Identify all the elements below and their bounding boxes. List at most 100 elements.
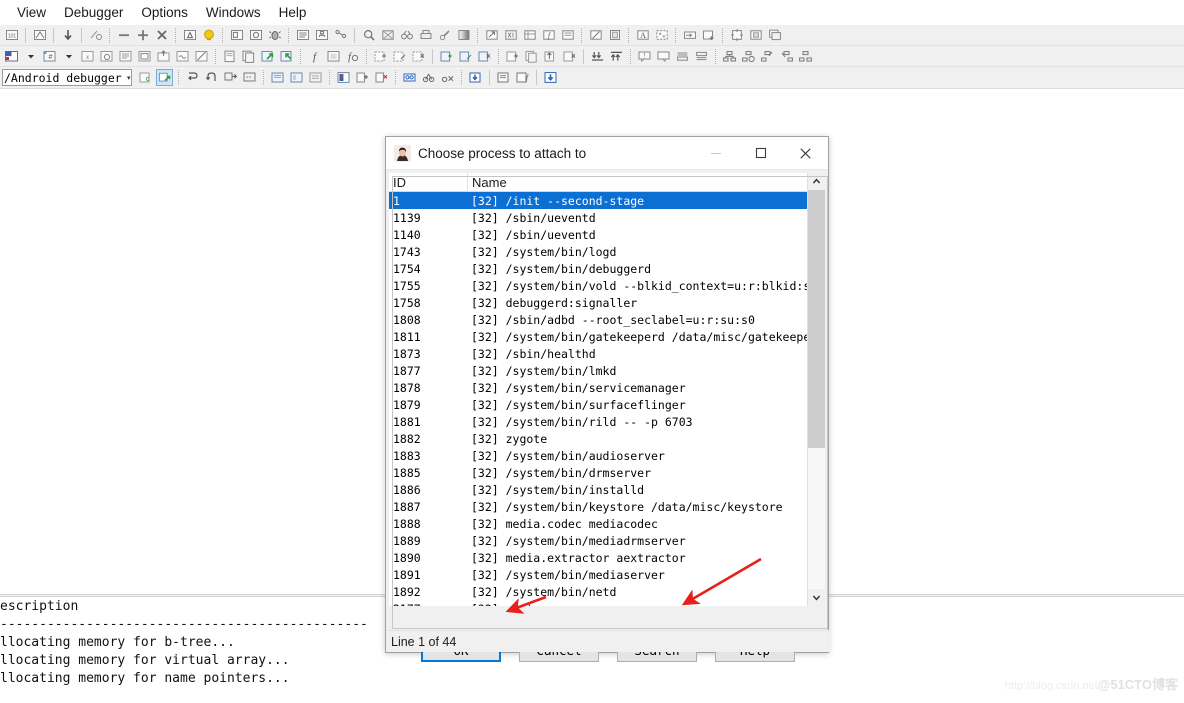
jump-to-address-icon[interactable] <box>31 27 48 44</box>
flowchart-icon[interactable] <box>313 27 330 44</box>
run-until-return-icon[interactable] <box>241 69 258 86</box>
process-row[interactable]: 1885 [32] /system/bin/drmserver <box>389 464 807 481</box>
maximize-icon[interactable] <box>738 137 783 169</box>
function-fo-icon[interactable]: f <box>344 48 361 65</box>
add-function-icon[interactable] <box>700 27 717 44</box>
process-row[interactable]: 1887 [32] /system/bin/keystore /data/misc… <box>389 498 807 515</box>
process-row[interactable]: 1883 [32] /system/bin/audioserver <box>389 447 807 464</box>
attach-process-icon[interactable]: c <box>137 69 154 86</box>
expand-struct-icon[interactable] <box>728 27 745 44</box>
add-watch-icon[interactable] <box>438 48 455 65</box>
delete-breakpoint-icon[interactable] <box>410 48 427 65</box>
import-green-icon[interactable] <box>278 48 295 65</box>
remove-thread-icon[interactable] <box>373 69 390 86</box>
choose-process-dialog[interactable]: Choose process to attach to ID Name 1 [3… <box>385 136 830 662</box>
process-row[interactable]: 1879 [32] /system/bin/surfaceflinger <box>389 396 807 413</box>
column-header-id[interactable]: ID <box>389 175 467 190</box>
add-breakpoint-icon[interactable] <box>372 48 389 65</box>
search-marker-icon[interactable] <box>87 27 104 44</box>
list-view-icon[interactable] <box>294 27 311 44</box>
trace-off-icon[interactable] <box>439 69 456 86</box>
process-row[interactable]: 1139 [32] /sbin/ueventd <box>389 209 807 226</box>
import-trace-icon[interactable] <box>467 69 484 86</box>
dialog-title-bar[interactable]: Choose process to attach to <box>386 137 828 170</box>
call-graph-icon[interactable] <box>332 27 349 44</box>
copy-struct-icon[interactable] <box>98 48 115 65</box>
scroll-down-icon[interactable] <box>808 589 825 606</box>
step-over-icon[interactable] <box>203 69 220 86</box>
process-row[interactable]: 1755 [32] /system/bin/vold --blkid_contex… <box>389 277 807 294</box>
goto-address-icon[interactable]: 101 <box>3 27 20 44</box>
stack-window-icon[interactable] <box>307 69 324 86</box>
vertical-scrollbar[interactable] <box>807 173 825 606</box>
registers-window-icon[interactable] <box>269 69 286 86</box>
crossref-icon[interactable] <box>379 27 396 44</box>
scroll-up-icon[interactable] <box>808 173 825 190</box>
edit-pencil-icon[interactable] <box>587 27 604 44</box>
grid-select-icon[interactable] <box>653 27 670 44</box>
copy-segment-icon[interactable] <box>523 48 540 65</box>
process-row[interactable]: 1811 [32] /system/bin/gatekeeperd /data/m… <box>389 328 807 345</box>
chevron-down-icon[interactable] <box>60 48 77 65</box>
delete-segment-icon[interactable] <box>561 48 578 65</box>
italic-f-icon[interactable]: f <box>540 27 557 44</box>
process-row[interactable]: 1 [32] /init --second-stage <box>389 192 807 209</box>
trace-step-icon[interactable]: f <box>514 69 531 86</box>
process-row[interactable]: 1882 [32] zygote <box>389 430 807 447</box>
posterior-comment-icon[interactable] <box>693 48 710 65</box>
process-row[interactable]: 1892 [32] /system/bin/netd <box>389 583 807 600</box>
array-icon[interactable] <box>136 48 153 65</box>
print-icon[interactable] <box>417 27 434 44</box>
wave-icon[interactable] <box>174 48 191 65</box>
align-top-icon[interactable] <box>608 48 625 65</box>
delete-x-icon[interactable] <box>153 27 170 44</box>
plus-icon[interactable] <box>134 27 151 44</box>
process-row[interactable]: 1877 [32] /system/bin/lmkd <box>389 362 807 379</box>
function-box-icon[interactable] <box>325 48 342 65</box>
breakpoints-list-icon[interactable] <box>335 69 352 86</box>
trace-on-icon[interactable] <box>420 69 437 86</box>
apply-trace-icon[interactable] <box>542 69 559 86</box>
jump-down-icon[interactable] <box>59 27 76 44</box>
edit-struct-icon[interactable] <box>193 48 210 65</box>
anterior-icon[interactable] <box>181 27 198 44</box>
open-subview-icon[interactable] <box>483 27 500 44</box>
process-row[interactable]: 1808 [32] /sbin/adbd --root_seclabel=u:r:… <box>389 311 807 328</box>
new-segment-icon[interactable] <box>504 48 521 65</box>
graph-zoom-icon[interactable] <box>740 48 757 65</box>
chevron-down-icon[interactable]: ▾ <box>122 74 131 82</box>
graph-xrefs-from-icon[interactable] <box>778 48 795 65</box>
copy-document-icon[interactable] <box>240 48 257 65</box>
document-icon[interactable] <box>221 48 238 65</box>
menu-help[interactable]: Help <box>270 3 316 22</box>
variable-icon[interactable]: x <box>79 48 96 65</box>
process-row[interactable]: 2177[32] system_server <box>389 600 807 607</box>
process-row[interactable]: 1891 [32] /system/bin/mediaserver <box>389 566 807 583</box>
search-icon[interactable] <box>360 27 377 44</box>
binoculars-icon[interactable] <box>398 27 415 44</box>
graph-overview-icon[interactable] <box>797 48 814 65</box>
delete-watch-icon[interactable] <box>476 48 493 65</box>
edit-breakpoint-icon[interactable] <box>391 48 408 65</box>
chevron-down-icon[interactable] <box>22 48 39 65</box>
menu-debugger[interactable]: Debugger <box>55 3 132 22</box>
process-row[interactable]: 1881 [32] /system/bin/rild -- -p 6703 <box>389 413 807 430</box>
graph-xrefs-to-icon[interactable] <box>759 48 776 65</box>
process-list[interactable]: 1 [32] /init --second-stage 1139 [32] /sbin… <box>389 192 807 606</box>
memory-window-icon[interactable] <box>288 69 305 86</box>
process-row[interactable]: 1890 [32] media.extractor aextractor <box>389 549 807 566</box>
tools-wrench-icon[interactable] <box>436 27 453 44</box>
process-row[interactable]: 1754 [32] /system/bin/debuggerd <box>389 260 807 277</box>
hexview-icon[interactable] <box>502 27 519 44</box>
process-row[interactable]: 1873 [32] /sbin/healthd <box>389 345 807 362</box>
scrollbar-track[interactable] <box>808 190 825 589</box>
text-a-icon[interactable]: A <box>634 27 651 44</box>
graph-node-icon[interactable] <box>721 48 738 65</box>
comment-icon[interactable]: ! <box>636 48 653 65</box>
process-row[interactable]: 1889 [32] /system/bin/mediadrmserver <box>389 532 807 549</box>
menu-options[interactable]: Options <box>132 3 197 22</box>
trace-window-icon[interactable] <box>495 69 512 86</box>
minus-icon[interactable] <box>115 27 132 44</box>
import-icon[interactable] <box>155 48 172 65</box>
hex-number-icon[interactable]: # <box>41 48 58 65</box>
